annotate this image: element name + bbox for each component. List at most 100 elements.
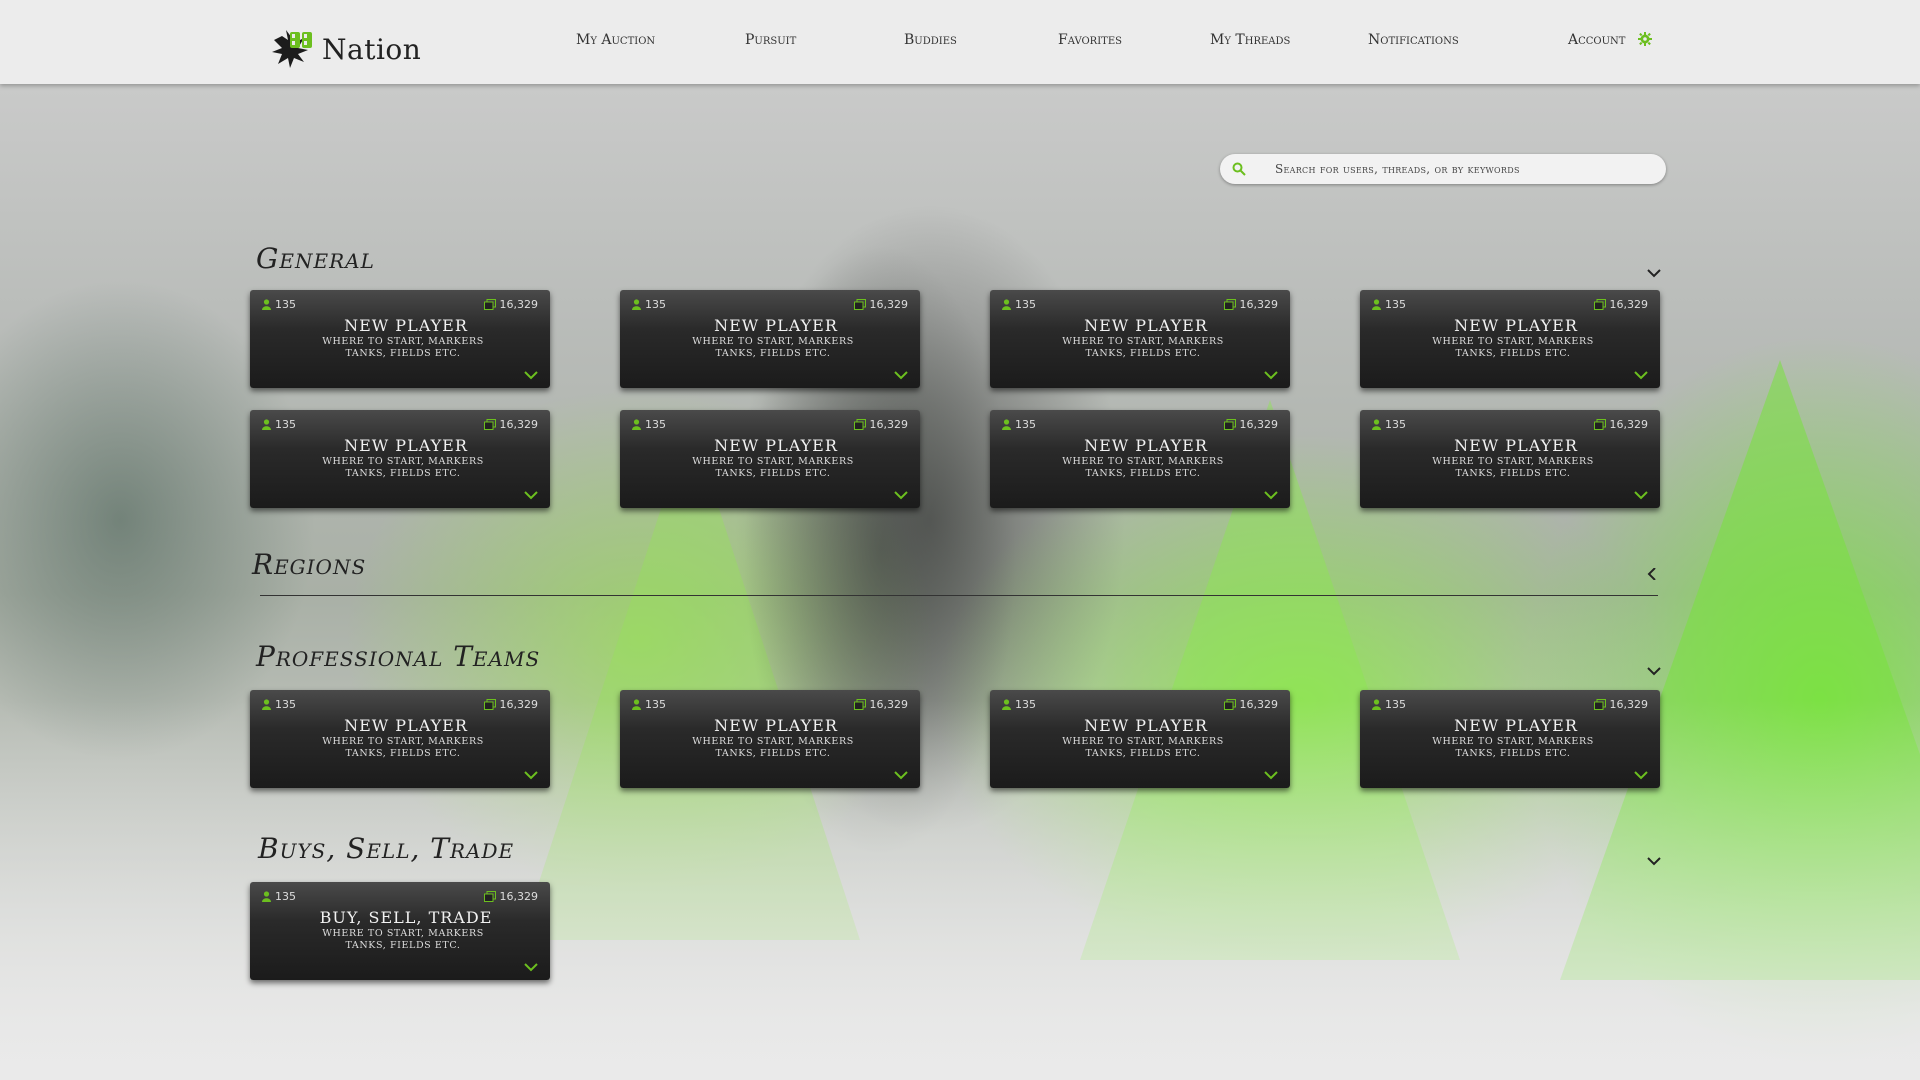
chevron-down-icon[interactable] <box>1264 771 1278 780</box>
nav-favorites[interactable]: Favorites <box>1058 32 1122 48</box>
forum-card[interactable]: 135 16,329 NEW PLAYER WHERE TO START, MARKE… <box>1360 410 1660 508</box>
forum-card[interactable]: 135 16,329 BUY, SELL, TRADE WHERE TO START,… <box>250 882 550 980</box>
post-count: 16,329 <box>1593 418 1649 431</box>
chevron-down-icon[interactable] <box>524 371 538 380</box>
user-icon <box>632 699 641 710</box>
posts-icon <box>483 299 496 310</box>
chevron-down-icon[interactable] <box>1646 665 1662 677</box>
user-count: 135 <box>262 698 296 711</box>
posts-icon <box>483 419 496 430</box>
user-icon <box>262 419 271 430</box>
card-title: NEW PLAYER <box>1454 716 1578 735</box>
card-description: WHERE TO START, MARKERS TANKS, FIELDS ET… <box>1432 336 1594 359</box>
posts-icon <box>1593 299 1606 310</box>
nav-pursuit[interactable]: Pursuit <box>745 32 796 48</box>
post-count-value: 16,329 <box>499 418 539 431</box>
forum-card[interactable]: 135 16,329 NEW PLAYER WHERE TO START, MARKE… <box>250 690 550 788</box>
forum-card[interactable]: 135 16,329 NEW PLAYER WHERE TO START, MARKE… <box>620 410 920 508</box>
user-icon <box>632 299 641 310</box>
card-description: WHERE TO START, MARKERS TANKS, FIELDS ET… <box>322 928 484 951</box>
user-count: 135 <box>632 698 666 711</box>
nav-my-auction[interactable]: My Auction <box>576 32 655 48</box>
user-count: 135 <box>1002 298 1036 311</box>
search-bar[interactable]: Search for users, threads, or by keyword… <box>1220 154 1666 184</box>
post-count: 16,329 <box>483 298 539 311</box>
user-icon <box>632 419 641 430</box>
card-description: WHERE TO START, MARKERS TANKS, FIELDS ET… <box>322 736 484 759</box>
user-count-value: 135 <box>645 418 666 431</box>
post-count: 16,329 <box>483 890 539 903</box>
post-count: 16,329 <box>853 698 908 711</box>
card-description: WHERE TO START, MARKERS TANKS, FIELDS ET… <box>322 456 484 479</box>
forum-card[interactable]: 135 16,329 NEW PLAYER WHERE TO START, MARKE… <box>620 290 920 388</box>
user-icon <box>1002 299 1011 310</box>
chevron-left-icon[interactable] <box>1644 568 1660 580</box>
chevron-down-icon[interactable] <box>1264 491 1278 500</box>
forum-card[interactable]: 135 16,329 NEW PLAYER WHERE TO START, MARKE… <box>990 410 1290 508</box>
section-title-buys-sell-trade: Buys, Sell, Trade <box>258 832 515 865</box>
search-input[interactable]: Search for users, threads, or by keyword… <box>1275 162 1520 176</box>
posts-icon <box>853 299 866 310</box>
card-description: WHERE TO START, MARKERS TANKS, FIELDS ET… <box>1062 336 1224 359</box>
post-count-value: 16,329 <box>1609 298 1649 311</box>
post-count-value: 16,329 <box>499 890 539 903</box>
regions-divider <box>260 595 1658 596</box>
chevron-down-icon[interactable] <box>1634 771 1648 780</box>
post-count: 16,329 <box>1593 298 1649 311</box>
card-description: WHERE TO START, MARKERS TANKS, FIELDS ET… <box>692 456 854 479</box>
card-title: BUY, SELL, TRADE <box>319 908 493 927</box>
forum-card[interactable]: 135 16,329 NEW PLAYER WHERE TO START, MARKE… <box>990 690 1290 788</box>
post-count-value: 16,329 <box>499 298 539 311</box>
nav-notifications[interactable]: Notifications <box>1368 32 1459 48</box>
card-title: NEW PLAYER <box>1084 316 1208 335</box>
user-count: 135 <box>262 890 296 903</box>
forum-card[interactable]: 135 16,329 NEW PLAYER WHERE TO START, MARKE… <box>1360 290 1660 388</box>
post-count-value: 16,329 <box>869 418 909 431</box>
chevron-down-icon[interactable] <box>524 771 538 780</box>
user-count-value: 135 <box>1385 298 1406 311</box>
forum-card[interactable]: 135 16,329 NEW PLAYER WHERE TO START, MARKE… <box>1360 690 1660 788</box>
chevron-down-icon[interactable] <box>1634 371 1648 380</box>
card-description: WHERE TO START, MARKERS TANKS, FIELDS ET… <box>322 336 484 359</box>
chevron-down-icon[interactable] <box>894 771 908 780</box>
forum-card[interactable]: 135 16,329 NEW PLAYER WHERE TO START, MARKE… <box>620 690 920 788</box>
top-nav-bar: Nation My Auction Pursuit Buddies Favori… <box>0 0 1920 84</box>
post-count-value: 16,329 <box>1609 698 1649 711</box>
user-icon <box>262 891 271 902</box>
chevron-down-icon[interactable] <box>524 963 538 972</box>
posts-icon <box>483 891 496 902</box>
nav-account-label: Account <box>1568 32 1626 48</box>
chevron-down-icon[interactable] <box>1264 371 1278 380</box>
forum-card[interactable]: 135 16,329 NEW PLAYER WHERE TO START, MARKE… <box>250 410 550 508</box>
card-title: NEW PLAYER <box>344 716 468 735</box>
posts-icon <box>1223 699 1236 710</box>
nav-buddies[interactable]: Buddies <box>904 32 957 48</box>
logo-text: Nation <box>322 32 422 66</box>
post-count-value: 16,329 <box>1239 298 1279 311</box>
user-count: 135 <box>262 298 296 311</box>
post-count: 16,329 <box>1223 298 1279 311</box>
paintball-splat-icon <box>272 30 312 68</box>
card-title: NEW PLAYER <box>714 716 838 735</box>
user-count-value: 135 <box>1015 298 1036 311</box>
chevron-down-icon[interactable] <box>894 491 908 500</box>
user-count-value: 135 <box>645 298 666 311</box>
chevron-down-icon[interactable] <box>524 491 538 500</box>
nav-my-threads[interactable]: My Threads <box>1210 32 1290 48</box>
user-icon <box>1372 419 1381 430</box>
chevron-down-icon[interactable] <box>1646 855 1662 867</box>
post-count: 16,329 <box>853 418 909 431</box>
post-count-value: 16,329 <box>1239 698 1279 711</box>
post-count-value: 16,329 <box>1609 418 1649 431</box>
card-description: WHERE TO START, MARKERS TANKS, FIELDS ET… <box>692 736 854 759</box>
forum-card[interactable]: 135 16,329 NEW PLAYER WHERE TO START, MARKE… <box>990 290 1290 388</box>
forum-card[interactable]: 135 16,329 NEW PLAYER WHERE TO START, MARKE… <box>250 290 550 388</box>
posts-icon <box>853 419 866 430</box>
chevron-down-icon[interactable] <box>1634 491 1648 500</box>
user-count-value: 135 <box>275 418 296 431</box>
logo[interactable]: Nation <box>268 24 421 74</box>
nav-account[interactable]: Account <box>1568 32 1652 48</box>
chevron-down-icon[interactable] <box>894 371 908 380</box>
chevron-down-icon[interactable] <box>1646 267 1662 279</box>
post-count: 16,329 <box>853 298 908 311</box>
